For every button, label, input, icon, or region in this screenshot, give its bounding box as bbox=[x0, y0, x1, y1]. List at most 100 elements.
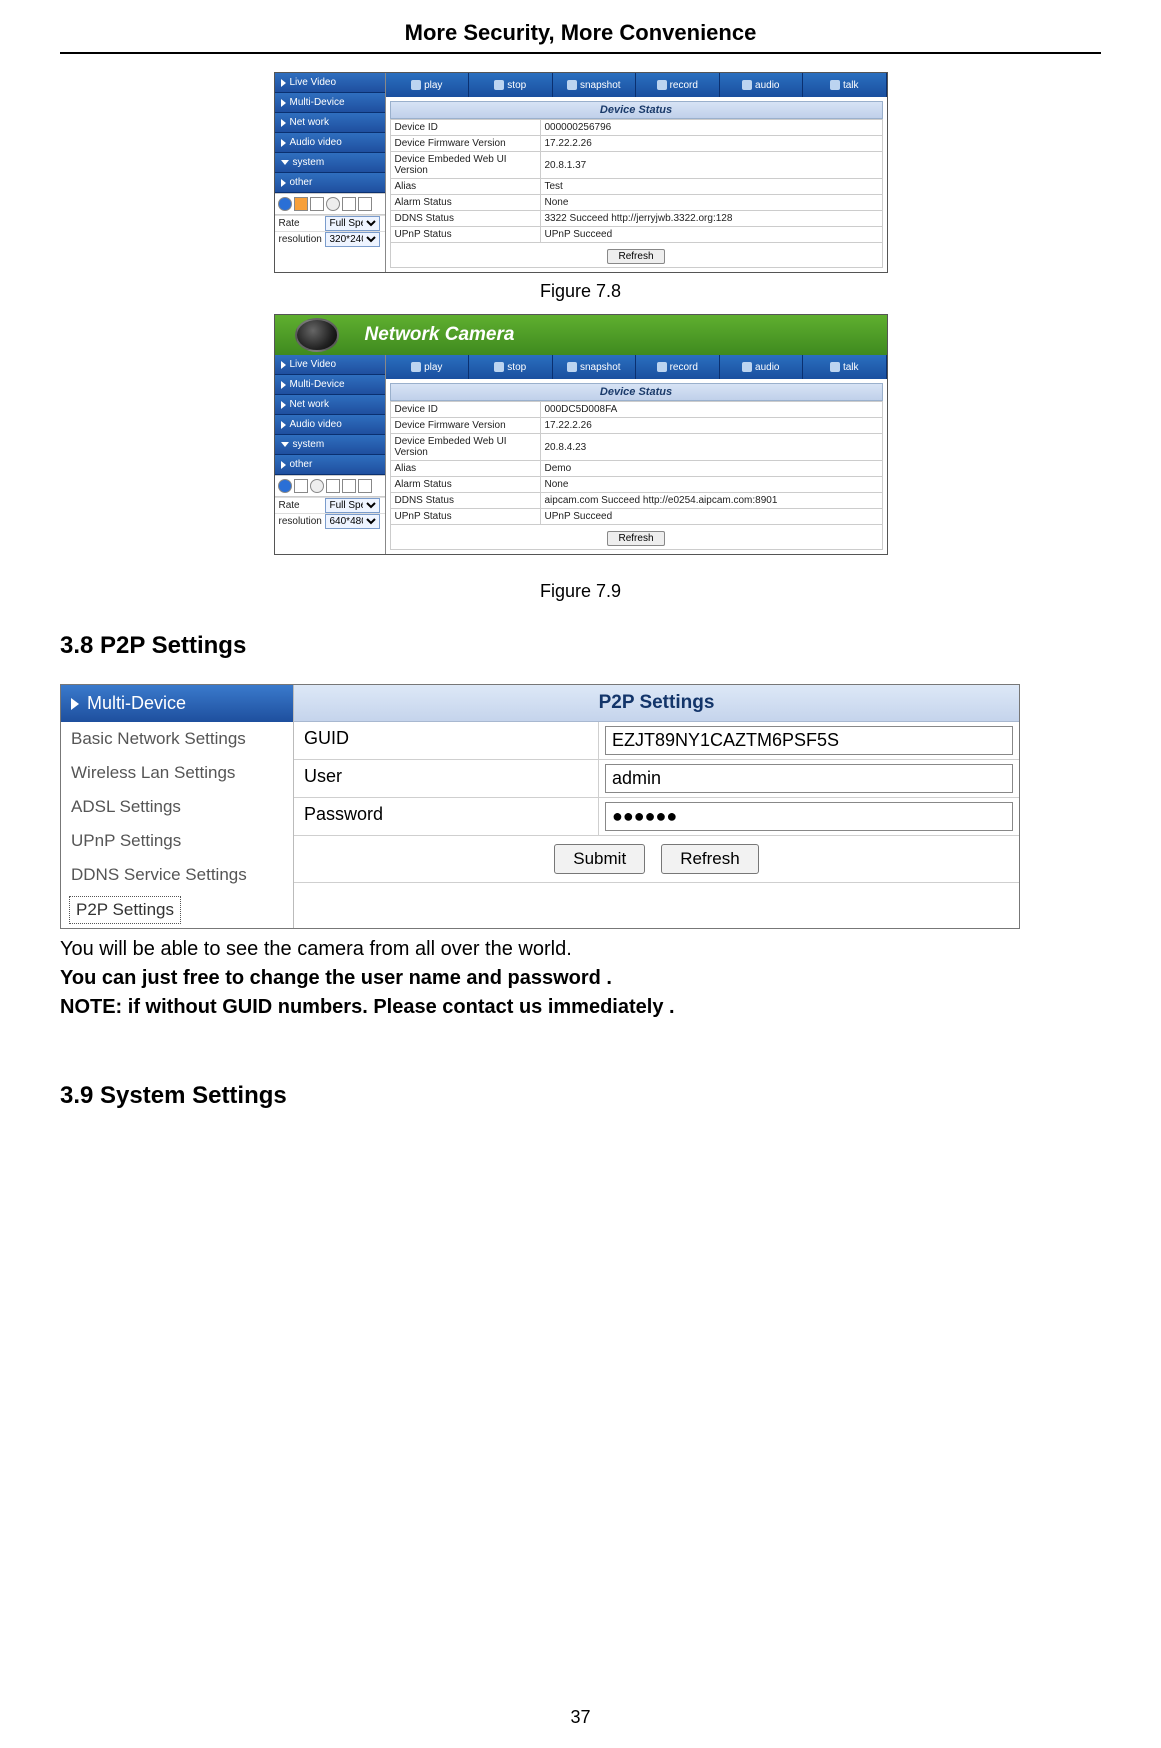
refresh-button[interactable]: Refresh bbox=[661, 844, 759, 874]
table-row: DDNS Statusaipcam.com Succeed http://e02… bbox=[390, 493, 882, 509]
tool-icon[interactable] bbox=[326, 479, 340, 493]
banner-text: Network Camera bbox=[365, 324, 515, 346]
status-key: Device Firmware Version bbox=[390, 136, 540, 152]
guid-input[interactable] bbox=[605, 726, 1013, 755]
sidebar-item[interactable]: Multi-Device bbox=[275, 93, 385, 113]
status-value: 3322 Succeed http://jerryjwb.3322.org:12… bbox=[540, 211, 882, 227]
triangle-right-icon bbox=[281, 401, 286, 409]
password-input[interactable] bbox=[605, 802, 1013, 831]
rate-select[interactable]: Full Speed bbox=[325, 498, 380, 513]
tool-icon[interactable] bbox=[310, 479, 324, 493]
toolbar-button-label: play bbox=[424, 362, 442, 373]
submit-button[interactable]: Submit bbox=[554, 844, 645, 874]
toolbar-button-snapshot[interactable]: snapshot bbox=[553, 355, 637, 379]
stop-icon bbox=[494, 362, 504, 372]
tool-icon[interactable] bbox=[278, 479, 292, 493]
refresh-button[interactable]: Refresh bbox=[607, 249, 664, 264]
sidebar-item-label: other bbox=[290, 177, 313, 188]
sidebar-item[interactable]: other bbox=[275, 455, 385, 475]
sidebar-item[interactable]: P2P Settings bbox=[69, 896, 181, 924]
sidebar-item[interactable]: Basic Network Settings bbox=[61, 722, 293, 756]
sidebar-item-label: other bbox=[290, 459, 313, 470]
resolution-select[interactable]: 640*480 bbox=[325, 514, 380, 529]
toolbar-button-stop[interactable]: stop bbox=[469, 355, 553, 379]
audio-icon bbox=[742, 80, 752, 90]
figure-caption: Figure 7.9 bbox=[60, 581, 1101, 602]
body-text-line: You will be able to see the camera from … bbox=[60, 935, 1101, 964]
sidebar-item[interactable]: Net work bbox=[275, 113, 385, 133]
toolbar-button-audio[interactable]: audio bbox=[720, 355, 804, 379]
sidebar-item[interactable]: UPnP Settings bbox=[61, 824, 293, 858]
tool-icon[interactable] bbox=[326, 197, 340, 211]
refresh-button[interactable]: Refresh bbox=[607, 531, 664, 546]
section-heading-p2p: 3.8 P2P Settings bbox=[60, 632, 1101, 660]
sidebar-item-label: Audio video bbox=[290, 419, 342, 430]
tool-icon[interactable] bbox=[358, 479, 372, 493]
tool-icon[interactable] bbox=[358, 197, 372, 211]
tool-icon[interactable] bbox=[342, 479, 356, 493]
table-row: Alarm StatusNone bbox=[390, 195, 882, 211]
tool-icon[interactable] bbox=[294, 197, 308, 211]
status-value: 000000256796 bbox=[540, 120, 882, 136]
sidebar-item[interactable]: Audio video bbox=[275, 133, 385, 153]
sidebar-item[interactable]: Live Video bbox=[275, 355, 385, 375]
toolbar-button-record[interactable]: record bbox=[636, 355, 720, 379]
toolbar-button-play[interactable]: play bbox=[386, 73, 470, 97]
talk-icon bbox=[830, 80, 840, 90]
device-status-header: Device Status bbox=[390, 383, 883, 401]
toolbar-button-snapshot[interactable]: snapshot bbox=[553, 73, 637, 97]
rate-select[interactable]: Full Speed bbox=[325, 216, 380, 231]
table-row: Alarm StatusNone bbox=[390, 477, 882, 493]
user-label: User bbox=[294, 760, 599, 797]
toolbar-button-talk[interactable]: talk bbox=[803, 355, 887, 379]
toolbar-button-label: play bbox=[424, 80, 442, 91]
toolbar-button-stop[interactable]: stop bbox=[469, 73, 553, 97]
sidebar-item-label: Audio video bbox=[290, 137, 342, 148]
tool-icon[interactable] bbox=[278, 197, 292, 211]
toolbar-button-play[interactable]: play bbox=[386, 355, 470, 379]
toolbar-button-label: audio bbox=[755, 362, 779, 373]
toolbar-button-audio[interactable]: audio bbox=[720, 73, 804, 97]
status-value: None bbox=[540, 195, 882, 211]
cam-toolbar: play stop snapshotrecordaudio talk bbox=[386, 73, 887, 97]
status-key: Device Embeded Web UI Version bbox=[390, 434, 540, 461]
figure-caption: Figure 7.8 bbox=[60, 281, 1101, 302]
sidebar-item[interactable]: system bbox=[275, 153, 385, 173]
status-key: Alarm Status bbox=[390, 195, 540, 211]
stop-icon bbox=[494, 80, 504, 90]
sidebar-item[interactable]: Wireless Lan Settings bbox=[61, 756, 293, 790]
sidebar-item[interactable]: other bbox=[275, 173, 385, 193]
sidebar-item[interactable]: ADSL Settings bbox=[61, 790, 293, 824]
table-row: UPnP StatusUPnP Succeed bbox=[390, 509, 882, 525]
status-value: Demo bbox=[540, 461, 882, 477]
device-status-table: Device ID000000256796Device Firmware Ver… bbox=[390, 119, 883, 243]
sidebar-item[interactable]: DDNS Service Settings bbox=[61, 858, 293, 892]
user-input[interactable] bbox=[605, 764, 1013, 793]
toolbar-button-label: talk bbox=[843, 80, 859, 91]
resolution-select[interactable]: 320*240 bbox=[325, 232, 380, 247]
triangle-down-icon bbox=[281, 160, 289, 165]
toolbar-button-record[interactable]: record bbox=[636, 73, 720, 97]
audio-icon bbox=[742, 362, 752, 372]
sidebar-item[interactable]: system bbox=[275, 435, 385, 455]
guid-label: GUID bbox=[294, 722, 599, 759]
status-value: UPnP Succeed bbox=[540, 227, 882, 243]
sidebar-header-multi-device[interactable]: Multi-Device bbox=[61, 685, 293, 722]
status-value: 20.8.1.37 bbox=[540, 152, 882, 179]
sidebar-item-label: system bbox=[293, 439, 325, 450]
tool-icon[interactable] bbox=[342, 197, 356, 211]
status-key: UPnP Status bbox=[390, 509, 540, 525]
status-value: 17.22.2.26 bbox=[540, 136, 882, 152]
tool-icon[interactable] bbox=[294, 479, 308, 493]
table-row: Device Embeded Web UI Version20.8.4.23 bbox=[390, 434, 882, 461]
sidebar-item[interactable]: Net work bbox=[275, 395, 385, 415]
sidebar-item[interactable]: Multi-Device bbox=[275, 375, 385, 395]
sidebar-item[interactable]: Live Video bbox=[275, 73, 385, 93]
tool-icon[interactable] bbox=[310, 197, 324, 211]
status-key: Device Embeded Web UI Version bbox=[390, 152, 540, 179]
toolbar-button-label: stop bbox=[507, 80, 526, 91]
device-status-header: Device Status bbox=[390, 101, 883, 119]
toolbar-button-talk[interactable]: talk bbox=[803, 73, 887, 97]
table-row: DDNS Status3322 Succeed http://jerryjwb.… bbox=[390, 211, 882, 227]
sidebar-item[interactable]: Audio video bbox=[275, 415, 385, 435]
